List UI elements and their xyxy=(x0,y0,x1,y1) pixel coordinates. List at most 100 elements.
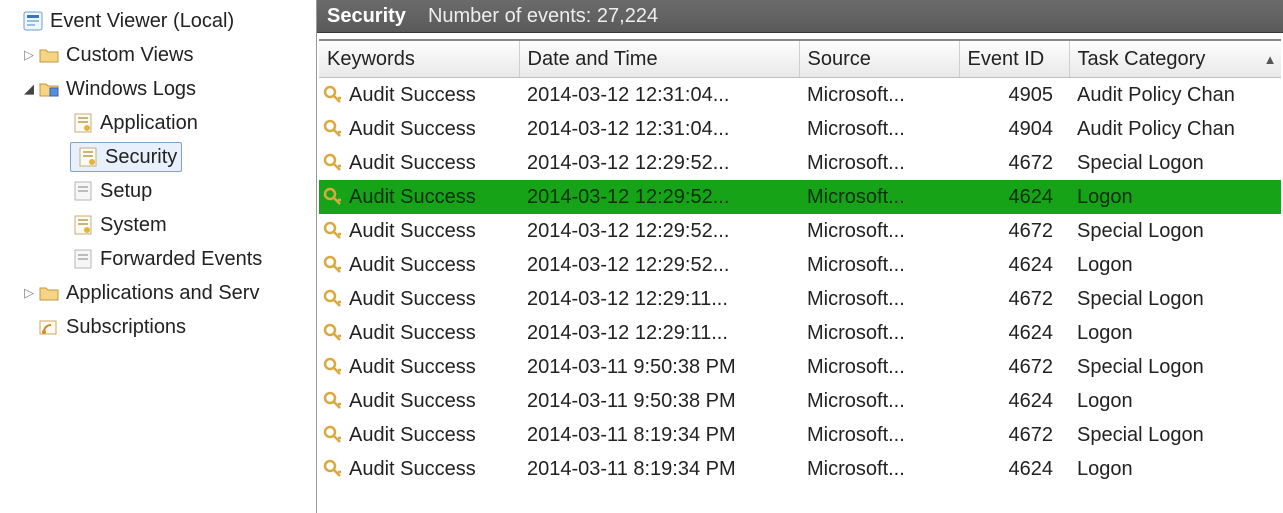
cell-keywords: Audit Success xyxy=(349,390,476,413)
col-source[interactable]: Source xyxy=(799,41,959,78)
pane-titlebar: Security Number of events: 27,224 xyxy=(317,0,1283,33)
table-row[interactable]: Audit Success 2014-03-12 12:31:04...Micro… xyxy=(319,78,1281,113)
folder-icon xyxy=(38,44,60,66)
key-icon xyxy=(323,425,343,445)
tree-root[interactable]: ▷ Event Viewer (Local) xyxy=(0,4,316,38)
folder-open-icon xyxy=(38,78,60,100)
cell-source: Microsoft... xyxy=(799,248,959,282)
table-row[interactable]: Audit Success2014-03-12 12:29:52...Micro… xyxy=(319,146,1281,180)
cell-keywords: Audit Success xyxy=(349,288,476,311)
key-icon xyxy=(323,357,343,377)
cell-task: Logon xyxy=(1069,316,1281,350)
collapse-arrow-icon[interactable]: ◢ xyxy=(22,81,36,97)
cell-task: Audit Policy Chan xyxy=(1069,112,1281,146)
table-row[interactable]: Audit Success 2014-03-12 12:29:52...Micro… xyxy=(319,214,1281,248)
events-table[interactable]: Keywords Date and Time Source Event ID T… xyxy=(319,41,1281,486)
tree-label: Forwarded Events xyxy=(100,248,316,271)
cell-source: Microsoft... xyxy=(799,452,959,486)
cell-task: Logon xyxy=(1069,180,1281,214)
cell-datetime: 2014-03-11 8:19:34 PM xyxy=(519,452,799,486)
tree-label: Application xyxy=(100,112,316,135)
col-task[interactable]: Task Category xyxy=(1069,41,1281,78)
tree-apps-services[interactable]: ▷ Applications and Serv xyxy=(0,276,316,310)
cell-eventid: 4672 xyxy=(959,214,1069,248)
cell-eventid: 4672 xyxy=(959,146,1069,180)
col-keywords[interactable]: Keywords xyxy=(319,41,519,78)
key-icon xyxy=(323,255,343,275)
tree-security[interactable]: • Security xyxy=(0,140,316,174)
cell-source: Microsoft... xyxy=(799,146,959,180)
table-row[interactable]: Audit Success2014-03-12 12:31:04...Micro… xyxy=(319,112,1281,146)
tree-custom-views[interactable]: ▷ Custom Views xyxy=(0,38,316,72)
tree-label: Applications and Serv xyxy=(66,282,316,305)
key-icon xyxy=(323,119,343,139)
cell-eventid: 4905 xyxy=(959,78,1069,113)
cell-keywords: Audit Success xyxy=(349,458,476,481)
cell-eventid: 4672 xyxy=(959,418,1069,452)
cell-keywords: Audit Success xyxy=(349,424,476,447)
tree-application[interactable]: • Application xyxy=(0,106,316,140)
table-row[interactable]: Audit Success2014-03-12 12:29:52...Micro… xyxy=(319,180,1281,214)
cell-source: Microsoft... xyxy=(799,78,959,113)
table-row[interactable]: Audit Success2014-03-11 8:19:34 PMMicros… xyxy=(319,418,1281,452)
cell-keywords: Audit Success xyxy=(349,118,476,141)
col-datetime[interactable]: Date and Time xyxy=(519,41,799,78)
log-icon xyxy=(72,112,94,134)
cell-task: Special Logon xyxy=(1069,282,1281,316)
folder-icon xyxy=(38,282,60,304)
cell-datetime: 2014-03-11 9:50:38 PM xyxy=(519,384,799,418)
table-row[interactable]: Audit Success 2014-03-11 8:19:34 PMMicros… xyxy=(319,452,1281,486)
nav-tree[interactable]: ▷ Event Viewer (Local) ▷ Custom Views ◢ … xyxy=(0,0,316,513)
tree-label: System xyxy=(100,214,316,237)
key-icon xyxy=(323,153,343,173)
detail-pane: Security Number of events: 27,224 ▲ Keyw… xyxy=(316,0,1283,513)
cell-keywords: Audit Success xyxy=(349,84,476,107)
tree-windows-logs[interactable]: ◢ Windows Logs xyxy=(0,72,316,106)
cell-datetime: 2014-03-12 12:29:52... xyxy=(519,146,799,180)
cell-eventid: 4624 xyxy=(959,452,1069,486)
expand-arrow-icon[interactable]: ▷ xyxy=(22,285,36,301)
tree-label: Setup xyxy=(100,180,316,203)
key-icon xyxy=(323,221,343,241)
cell-task: Special Logon xyxy=(1069,350,1281,384)
key-icon xyxy=(323,323,343,343)
table-row[interactable]: Audit Success 2014-03-12 12:29:11...Micro… xyxy=(319,282,1281,316)
cell-task: Logon xyxy=(1069,452,1281,486)
cell-source: Microsoft... xyxy=(799,350,959,384)
table-row[interactable]: Audit Success2014-03-12 12:29:11...Micro… xyxy=(319,316,1281,350)
table-row[interactable]: Audit Success2014-03-11 9:50:38 PMMicros… xyxy=(319,350,1281,384)
table-row[interactable]: Audit Success 2014-03-11 9:50:38 PMMicros… xyxy=(319,384,1281,418)
cell-eventid: 4624 xyxy=(959,316,1069,350)
tree-subscriptions[interactable]: • Subscriptions xyxy=(0,310,316,344)
tree-setup[interactable]: • Setup xyxy=(0,174,316,208)
table-row[interactable]: Audit Success2014-03-12 12:29:52...Micro… xyxy=(319,248,1281,282)
cell-source: Microsoft... xyxy=(799,282,959,316)
cell-source: Microsoft... xyxy=(799,316,959,350)
event-count: Number of events: 27,224 xyxy=(428,5,658,28)
scroll-up-arrow-icon[interactable]: ▲ xyxy=(1261,43,1279,75)
cell-keywords: Audit Success xyxy=(349,322,476,345)
tree-label: Event Viewer (Local) xyxy=(50,10,316,33)
cell-keywords: Audit Success xyxy=(349,220,476,243)
cell-task: Special Logon xyxy=(1069,146,1281,180)
subscriptions-icon xyxy=(38,316,60,338)
cell-datetime: 2014-03-12 12:31:04... xyxy=(519,78,799,113)
event-viewer-icon xyxy=(22,10,44,32)
cell-source: Microsoft... xyxy=(799,384,959,418)
key-icon xyxy=(323,391,343,411)
cell-datetime: 2014-03-12 12:29:52... xyxy=(519,214,799,248)
cell-task: Special Logon xyxy=(1069,418,1281,452)
expand-arrow-icon[interactable]: ▷ xyxy=(22,47,36,63)
cell-source: Microsoft... xyxy=(799,112,959,146)
cell-keywords: Audit Success xyxy=(349,186,476,209)
cell-keywords: Audit Success xyxy=(349,356,476,379)
cell-task: Audit Policy Chan xyxy=(1069,78,1281,113)
cell-source: Microsoft... xyxy=(799,214,959,248)
tree-forwarded[interactable]: • Forwarded Events xyxy=(0,242,316,276)
cell-datetime: 2014-03-12 12:29:11... xyxy=(519,282,799,316)
log-icon xyxy=(72,214,94,236)
col-eventid[interactable]: Event ID xyxy=(959,41,1069,78)
tree-system[interactable]: • System xyxy=(0,208,316,242)
table-header-row[interactable]: Keywords Date and Time Source Event ID T… xyxy=(319,41,1281,78)
cell-eventid: 4672 xyxy=(959,282,1069,316)
